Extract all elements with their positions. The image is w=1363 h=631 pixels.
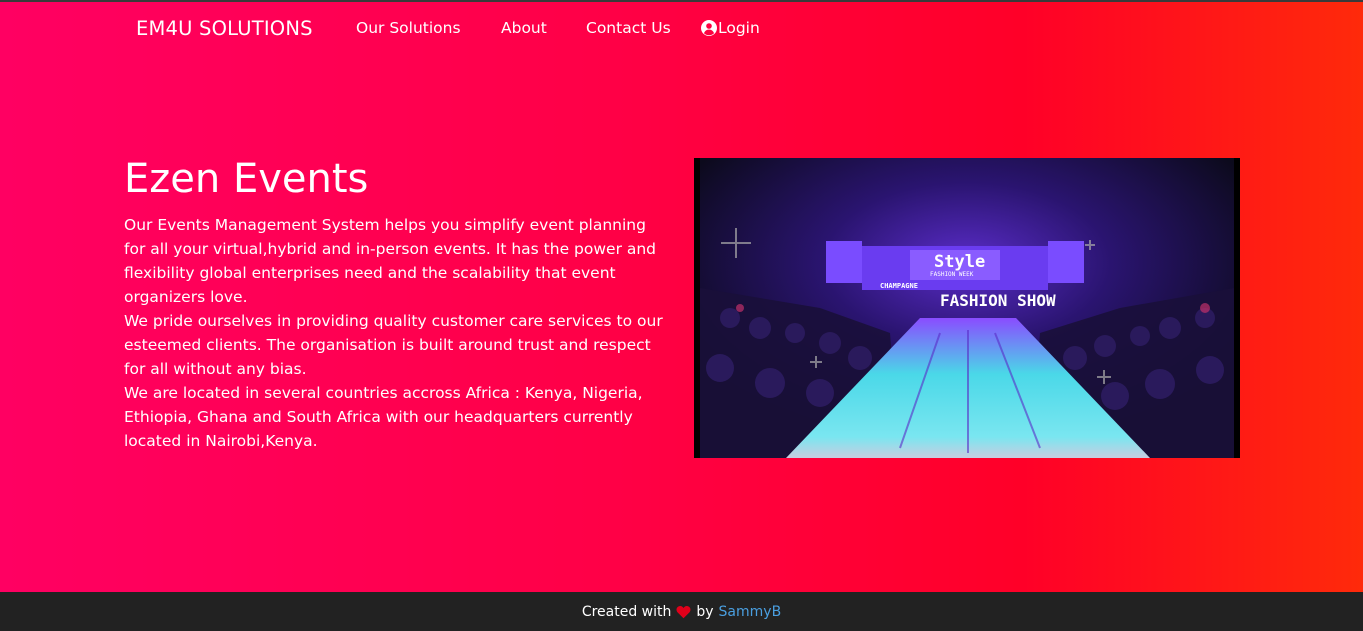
logo-text: Style	[934, 252, 986, 272]
heart-icon	[676, 605, 691, 619]
nav-link-about[interactable]: About	[501, 19, 547, 37]
nav-link-contact-us[interactable]: Contact Us	[586, 19, 671, 37]
hero-title: Ezen Events	[124, 156, 369, 202]
author-link[interactable]: SammyB	[719, 604, 782, 620]
hero-paragraph: We pride ourselves in providing quality …	[124, 312, 663, 378]
hero-paragraph: We are located in several countries accr…	[124, 384, 643, 450]
brand-logo-link[interactable]: EM4U SOLUTIONS	[136, 17, 313, 40]
login-label: Login	[718, 19, 760, 37]
hero-description: Our Events Management System helps you s…	[124, 213, 669, 453]
hero-paragraph: Our Events Management System helps you s…	[124, 216, 657, 306]
logo-subtext: FASHION WEEK	[930, 271, 974, 278]
nav-link-our-solutions[interactable]: Our Solutions	[356, 19, 461, 37]
footer: Created with by SammyB	[0, 592, 1363, 631]
navbar: EM4U SOLUTIONS Our Solutions About Conta…	[0, 2, 1363, 58]
fashion-show-video[interactable]: Style FASHION WEEK CHAMPAGNE FASHION SHO…	[694, 158, 1240, 458]
footer-by: by	[696, 603, 714, 620]
banner-text: FASHION SHOW	[940, 291, 1056, 310]
sponsor-text: CHAMPAGNE	[880, 282, 918, 290]
footer-prefix: Created with	[581, 603, 672, 620]
nav-link-login[interactable]: Login	[701, 19, 760, 37]
user-circle-icon	[701, 20, 717, 36]
